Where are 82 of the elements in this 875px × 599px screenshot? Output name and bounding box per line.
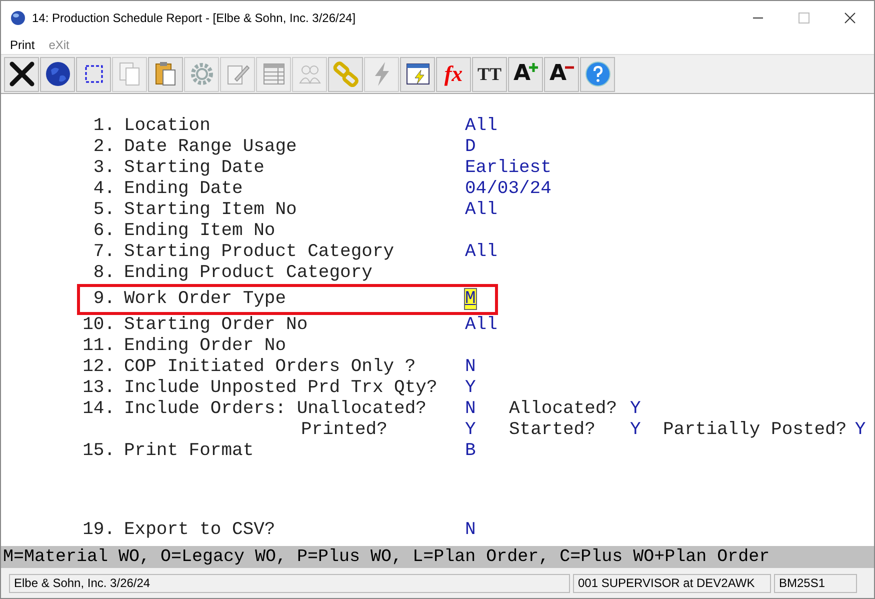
option-value: All bbox=[465, 116, 498, 136]
option-value: 04/03/24 bbox=[465, 179, 552, 199]
option-label: Ending Product Category bbox=[124, 263, 372, 284]
option-number: 2. bbox=[93, 137, 115, 157]
toolbar-button[interactable] bbox=[400, 56, 435, 92]
selection-icon bbox=[82, 63, 104, 85]
option-label: Ending Item No bbox=[124, 221, 276, 242]
text-icon: fx bbox=[444, 61, 463, 87]
globe-icon bbox=[44, 61, 70, 87]
option-number: 12. bbox=[82, 357, 115, 377]
toolbar-button[interactable] bbox=[76, 56, 111, 92]
option-number: 9. bbox=[93, 289, 115, 309]
option-value: Y bbox=[465, 378, 476, 398]
option-number: 5. bbox=[93, 200, 115, 220]
toolbar-button[interactable]: A bbox=[544, 56, 579, 92]
option-label: Work Order Type bbox=[124, 289, 286, 310]
status-program: BM25S1 bbox=[774, 574, 857, 592]
option-label: Ending Order No bbox=[124, 336, 286, 357]
option-label: Printed? bbox=[301, 420, 388, 441]
option-number: 3. bbox=[93, 158, 115, 178]
option-label: Started? bbox=[509, 420, 596, 440]
toolbar-button[interactable] bbox=[4, 56, 39, 92]
window-title: 14: Production Schedule Report - [Elbe & Sohn, Inc. 3/26/24] bbox=[32, 11, 356, 25]
status-company: Elbe & Sohn, Inc. 3/26/24 bbox=[9, 574, 570, 592]
option-label: Starting Date bbox=[124, 158, 264, 179]
close-icon bbox=[8, 61, 34, 87]
option-number: 15. bbox=[82, 441, 115, 461]
option-number: 13. bbox=[82, 378, 115, 398]
option-label: Location bbox=[124, 116, 210, 137]
toolbar-button[interactable]: TT bbox=[472, 56, 507, 92]
gear-icon bbox=[188, 61, 214, 87]
chain-link-icon bbox=[332, 61, 358, 87]
hint-bar: M=Material WO, O=Legacy WO, P=Plus WO, L=Plan Order, C=Plus WO+Plan Order bbox=[1, 546, 874, 568]
option-value: B bbox=[465, 441, 476, 461]
option-value: D bbox=[465, 137, 476, 157]
table-icon bbox=[260, 61, 286, 87]
option-value: N bbox=[465, 520, 476, 540]
option-number: 6. bbox=[93, 221, 115, 241]
option-label: Print Format bbox=[124, 441, 254, 462]
toolbar-button[interactable]: fx bbox=[436, 56, 471, 92]
option-number: 10. bbox=[82, 315, 115, 335]
option-value: Y bbox=[854, 420, 866, 440]
option-number: 7. bbox=[93, 242, 115, 262]
option-number: 1. bbox=[93, 116, 115, 136]
option-label: Include Unposted Prd Trx Qty? bbox=[124, 378, 438, 399]
option-value: N bbox=[465, 357, 476, 377]
option-value: Y bbox=[630, 420, 641, 440]
option-label: Starting Item No bbox=[124, 200, 297, 221]
option-label: COP Initiated Orders Only ? bbox=[124, 357, 416, 378]
option-number: 14. bbox=[82, 399, 115, 419]
copy-icon bbox=[118, 61, 142, 87]
toolbar-button[interactable] bbox=[40, 56, 75, 92]
clipboard-icon bbox=[154, 61, 178, 87]
option-number: 19. bbox=[82, 520, 115, 540]
option-label: Allocated? bbox=[509, 399, 618, 419]
option-value: All bbox=[465, 200, 498, 220]
option-number: 4. bbox=[93, 179, 115, 199]
status-user: 001 SUPERVISOR at DEV2AWK bbox=[573, 574, 771, 592]
option-label: Include Orders: Unallocated? bbox=[124, 399, 426, 420]
text-icon: TT bbox=[477, 64, 502, 84]
option-value: Y bbox=[465, 420, 476, 440]
toolbar-button[interactable]: A bbox=[508, 56, 543, 92]
option-input[interactable]: M bbox=[465, 289, 476, 309]
option-value: N bbox=[465, 399, 476, 419]
close-icon[interactable] bbox=[844, 12, 856, 24]
window-lightning-icon bbox=[404, 61, 430, 87]
option-value: All bbox=[465, 242, 498, 262]
option-label: Partially Posted? bbox=[663, 420, 847, 440]
option-value: Earliest bbox=[465, 158, 552, 178]
help-icon bbox=[584, 61, 610, 87]
option-value: Y bbox=[630, 399, 641, 419]
menu-item[interactable]: Print bbox=[10, 38, 35, 52]
option-value: All bbox=[465, 315, 498, 335]
option-label: Ending Date bbox=[124, 179, 243, 200]
option-number: 8. bbox=[93, 263, 115, 283]
option-number: 11. bbox=[82, 336, 115, 356]
globe-icon bbox=[10, 10, 26, 26]
option-label: Date Range Usage bbox=[124, 137, 297, 158]
option-label: Export to CSV? bbox=[124, 520, 276, 541]
maximize-icon[interactable] bbox=[798, 12, 810, 24]
option-label: Starting Product Category bbox=[124, 242, 394, 263]
option-label: Starting Order No bbox=[124, 315, 308, 336]
